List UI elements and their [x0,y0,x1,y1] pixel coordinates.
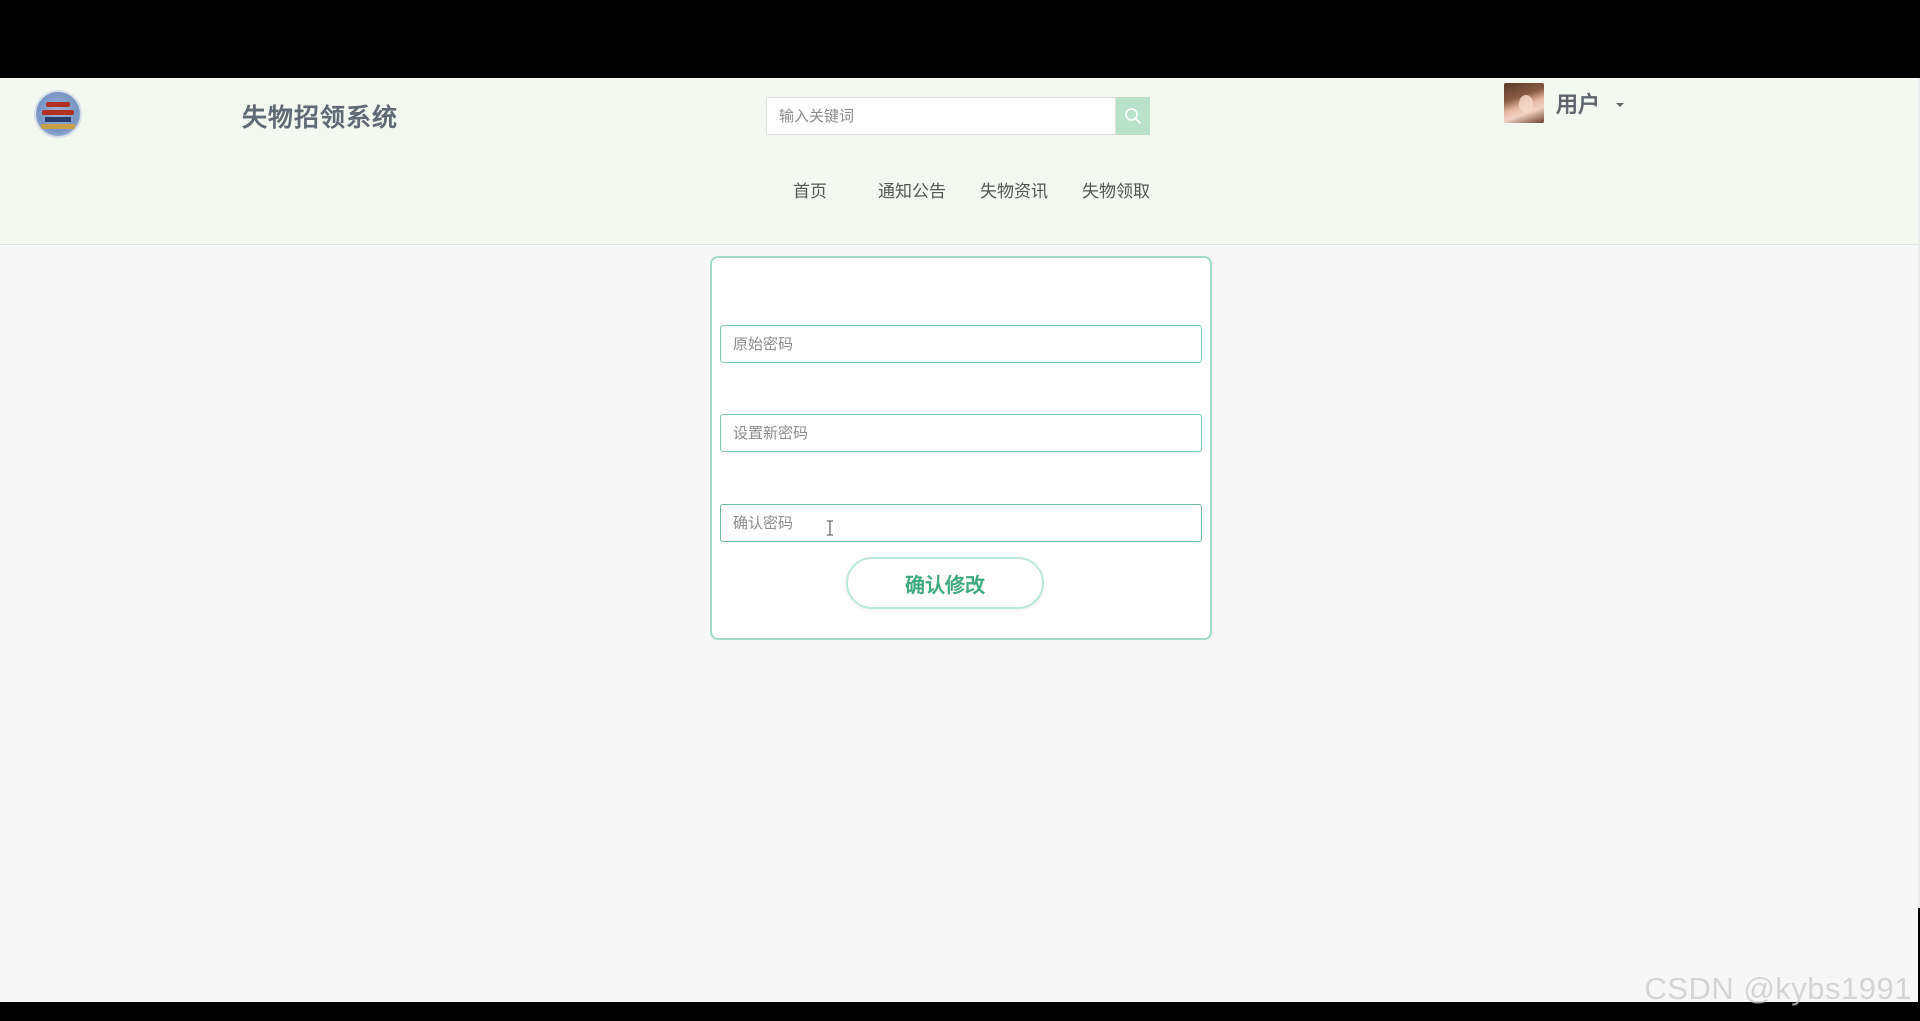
nav-item-notice[interactable]: 通知公告 [878,177,946,202]
page: 失物招领系统 用户 首页 通知公告 失物资讯 失物领取 [0,78,1918,1002]
search-box [766,97,1116,135]
change-password-card: 确认修改 [710,256,1212,640]
watermark: CSDN @kybs1991 [1644,971,1912,1006]
new-password-input[interactable] [720,414,1202,452]
logo-roof-top [46,102,70,107]
main-nav: 首页 通知公告 失物资讯 失物领取 [770,177,1150,202]
search-button[interactable] [1116,97,1150,135]
logo-base [41,124,75,129]
search-icon [1125,108,1141,124]
header: 失物招领系统 用户 首页 通知公告 失物资讯 失物领取 [0,78,1918,245]
avatar[interactable] [1504,83,1544,123]
user-menu[interactable]: 用户 [1504,82,1625,124]
user-name[interactable]: 用户 [1556,87,1600,119]
confirm-change-button[interactable]: 确认修改 [846,557,1044,609]
screen: 失物招领系统 用户 首页 通知公告 失物资讯 失物领取 [0,0,1920,1021]
old-password-input[interactable] [720,325,1202,363]
nav-item-home[interactable]: 首页 [793,177,827,202]
confirm-password-input[interactable] [720,504,1202,542]
search-input[interactable] [767,99,1111,133]
nav-item-lost-claim[interactable]: 失物领取 [1082,177,1150,202]
site-logo-icon[interactable] [34,90,82,138]
logo-roof-bottom [42,110,74,115]
nav-item-lost-info[interactable]: 失物资讯 [980,177,1048,202]
logo-band [45,117,71,122]
site-title: 失物招领系统 [242,103,399,132]
caret-down-icon[interactable] [1616,103,1625,107]
text-cursor-icon [827,520,833,536]
